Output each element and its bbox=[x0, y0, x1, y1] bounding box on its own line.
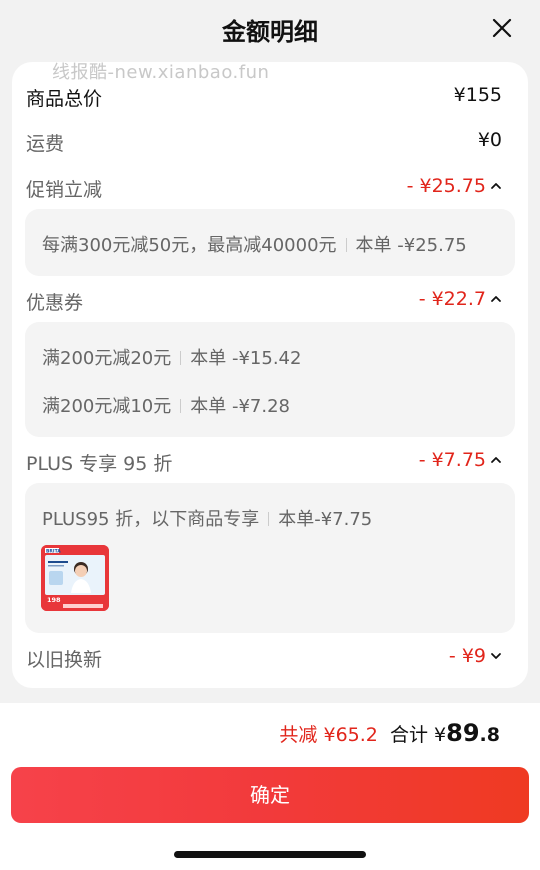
product-thumbnail[interactable]: BRITA 198 bbox=[41, 545, 109, 611]
chevron-up-icon[interactable] bbox=[490, 454, 502, 466]
product-image: BRITA 198 bbox=[41, 545, 109, 611]
total-integer: 89 bbox=[446, 719, 480, 747]
total-summary: 共减 ¥65.2 合计 ¥89.8 bbox=[279, 719, 500, 747]
watermark: 线报酷-new.xianbao.fun bbox=[52, 62, 270, 83]
close-button[interactable] bbox=[490, 16, 514, 40]
reduce-value: ¥65.2 bbox=[323, 724, 378, 746]
coupon-row[interactable]: 优惠券 - ¥22.7 bbox=[26, 284, 502, 318]
divider bbox=[268, 512, 270, 526]
goods-total-row: 商品总价 ¥155 bbox=[26, 80, 502, 114]
promotion-detail-line: 每满300元减50元，最高减40000元 本单 -¥25.75 bbox=[42, 231, 467, 257]
confirm-button[interactable]: 确定 bbox=[11, 767, 529, 823]
product-brand: BRITA bbox=[46, 549, 61, 555]
coupon-label: 优惠券 bbox=[26, 292, 84, 314]
coupon-detail-line: 满200元减10元 本单 -¥7.28 bbox=[42, 392, 290, 418]
promotion-detail-box: 每满300元减50元，最高减40000元 本单 -¥25.75 bbox=[25, 209, 515, 276]
plus-discount-row[interactable]: PLUS 专享 95 折 - ¥7.75 bbox=[26, 445, 502, 479]
product-price: 198 bbox=[47, 596, 61, 604]
coupon-rule: 满200元减10元 bbox=[42, 396, 172, 417]
plus-discount-label: PLUS 专享 95 折 bbox=[26, 453, 173, 475]
total-currency: ¥ bbox=[434, 724, 447, 746]
chevron-down-icon[interactable] bbox=[490, 650, 502, 662]
shipping-row: 运费 ¥0 bbox=[26, 125, 502, 159]
divider bbox=[180, 351, 182, 365]
plus-amount: 本单-¥7.75 bbox=[278, 509, 373, 530]
chevron-up-icon[interactable] bbox=[490, 293, 502, 305]
trade-in-row[interactable]: 以旧换新 - ¥9 bbox=[26, 641, 502, 675]
summary-bar: 共减 ¥65.2 合计 ¥89.8 bbox=[0, 703, 540, 761]
plus-discount-value: - ¥7.75 bbox=[418, 449, 486, 471]
plus-detail-line: PLUS95 折，以下商品专享 本单-¥7.75 bbox=[42, 505, 372, 531]
trade-in-label: 以旧换新 bbox=[26, 649, 103, 671]
divider bbox=[180, 399, 182, 413]
coupon-amount: 本单 -¥7.28 bbox=[190, 396, 291, 417]
coupon-detail-line: 满200元减20元 本单 -¥15.42 bbox=[42, 344, 301, 370]
close-icon bbox=[492, 18, 512, 38]
shipping-label: 运费 bbox=[26, 133, 65, 155]
plus-detail-box: PLUS95 折，以下商品专享 本单-¥7.75 BRITA 198 bbox=[25, 483, 515, 633]
reduce-label: 共减 bbox=[279, 724, 318, 746]
plus-rule: PLUS95 折，以下商品专享 bbox=[42, 509, 260, 530]
coupon-detail-box: 满200元减20元 本单 -¥15.42 满200元减10元 本单 -¥7.28 bbox=[25, 322, 515, 437]
trade-in-value: - ¥9 bbox=[448, 645, 486, 667]
coupon-value: - ¥22.7 bbox=[418, 288, 486, 310]
promotion-amount: 本单 -¥25.75 bbox=[355, 235, 467, 256]
promotion-value: - ¥25.75 bbox=[406, 175, 486, 197]
divider bbox=[345, 238, 347, 252]
total-decimal: .8 bbox=[479, 724, 500, 746]
goods-total-value: ¥155 bbox=[453, 84, 502, 106]
total-label: 合计 bbox=[389, 724, 428, 746]
page-title: 金额明细 bbox=[222, 18, 318, 46]
coupon-amount: 本单 -¥15.42 bbox=[190, 348, 302, 369]
promotion-row[interactable]: 促销立减 - ¥25.75 bbox=[26, 171, 502, 205]
home-indicator bbox=[174, 851, 366, 858]
header: 金额明细 bbox=[0, 0, 540, 60]
goods-total-label: 商品总价 bbox=[26, 88, 103, 110]
bottom-area: 确定 bbox=[0, 761, 540, 870]
shipping-value: ¥0 bbox=[477, 129, 502, 151]
promotion-label: 促销立减 bbox=[26, 179, 103, 201]
chevron-up-icon[interactable] bbox=[490, 180, 502, 192]
coupon-rule: 满200元减20元 bbox=[42, 348, 172, 369]
promotion-rule: 每满300元减50元，最高减40000元 bbox=[42, 235, 337, 256]
